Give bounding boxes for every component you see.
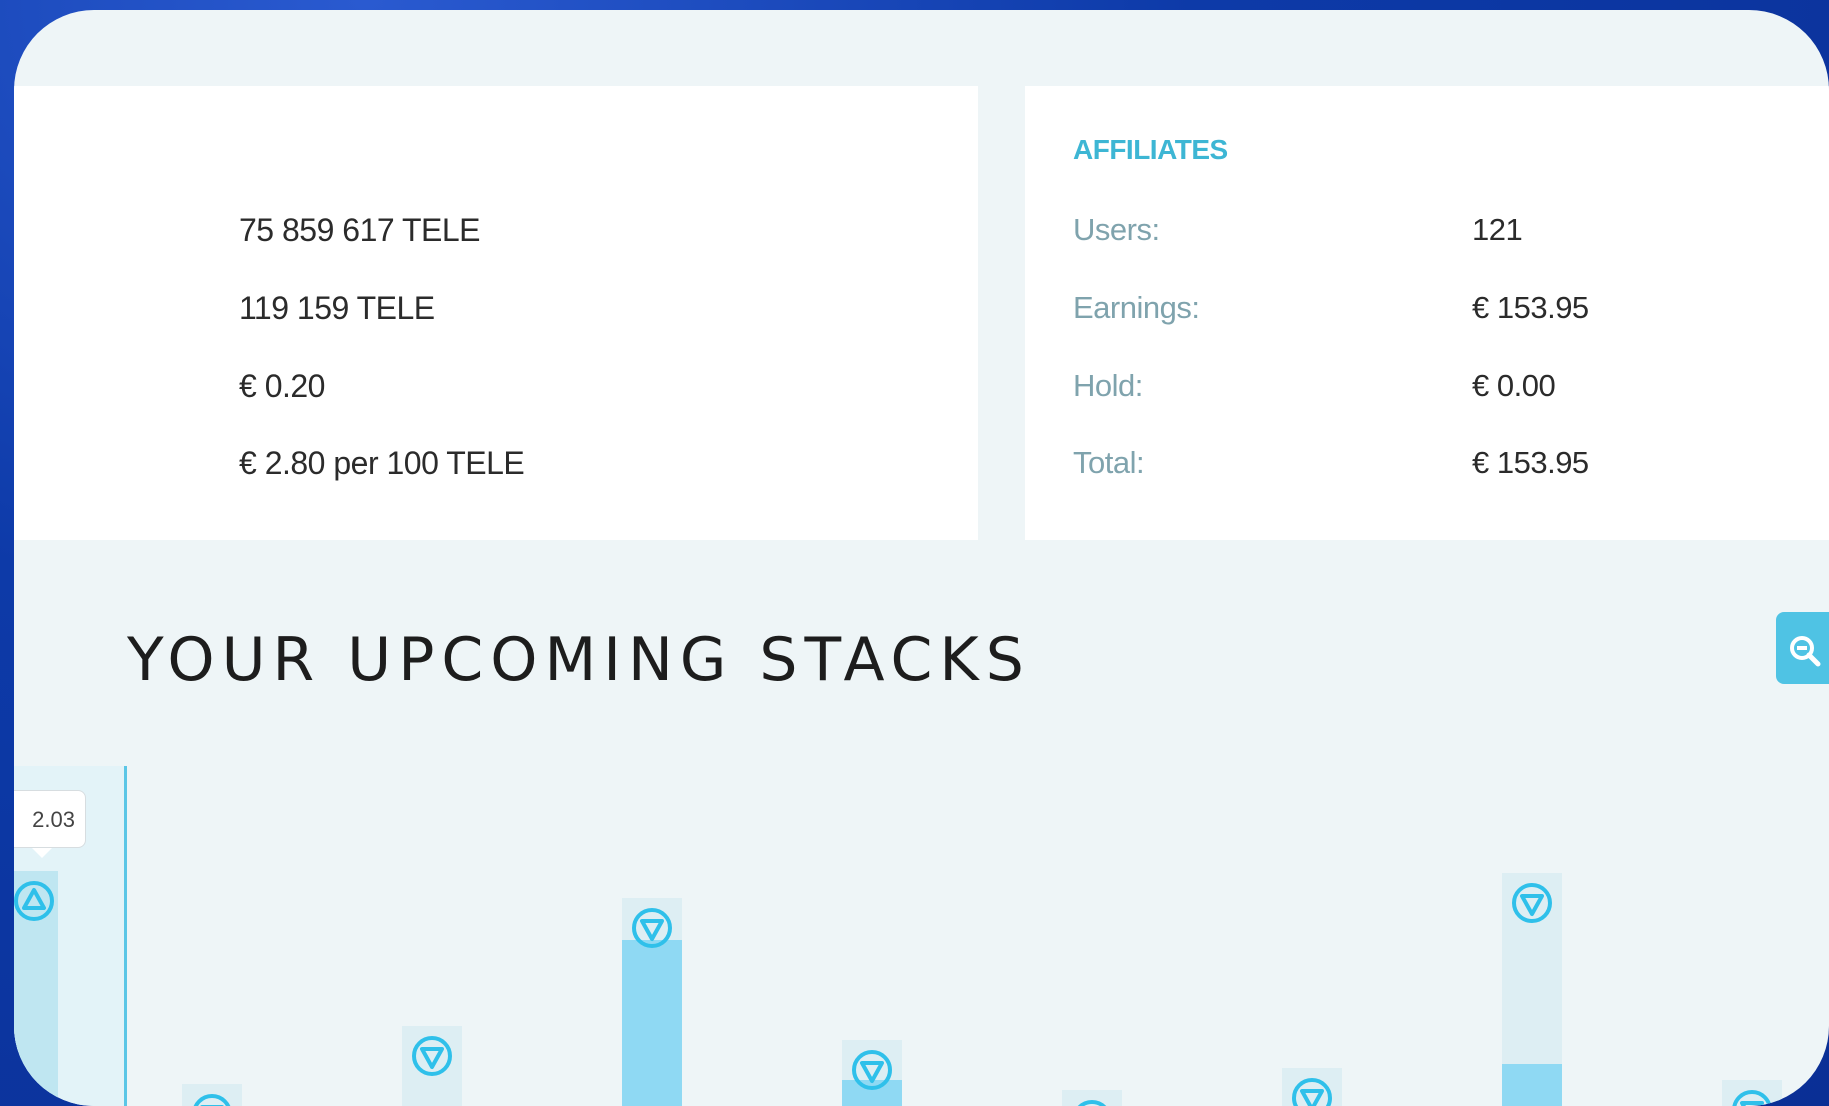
bar-tooltip-tail (32, 848, 52, 858)
triangle-up-circle-icon (14, 881, 54, 921)
triangle-down-circle-icon (632, 908, 672, 948)
stack-bar-fill (622, 940, 682, 1106)
triangle-down-circle-icon (852, 1050, 892, 1090)
dashboard-frame: 75 859 617 TELE 119 159 TELE € 0.20 € 2.… (14, 10, 1829, 1106)
stack-bar-fill (1502, 1064, 1562, 1106)
triangle-down-circle-icon (412, 1036, 452, 1076)
bar-tooltip: 2.03 (14, 790, 86, 848)
triangle-down-circle-icon (193, 1094, 231, 1106)
triangle-down-circle-icon (1732, 1090, 1772, 1106)
triangle-down-circle-icon (1512, 883, 1552, 923)
triangle-down-circle-icon (1077, 1100, 1107, 1106)
upcoming-stacks-chart: 2.03 (14, 10, 1829, 1106)
triangle-down-circle-icon (1292, 1078, 1332, 1106)
